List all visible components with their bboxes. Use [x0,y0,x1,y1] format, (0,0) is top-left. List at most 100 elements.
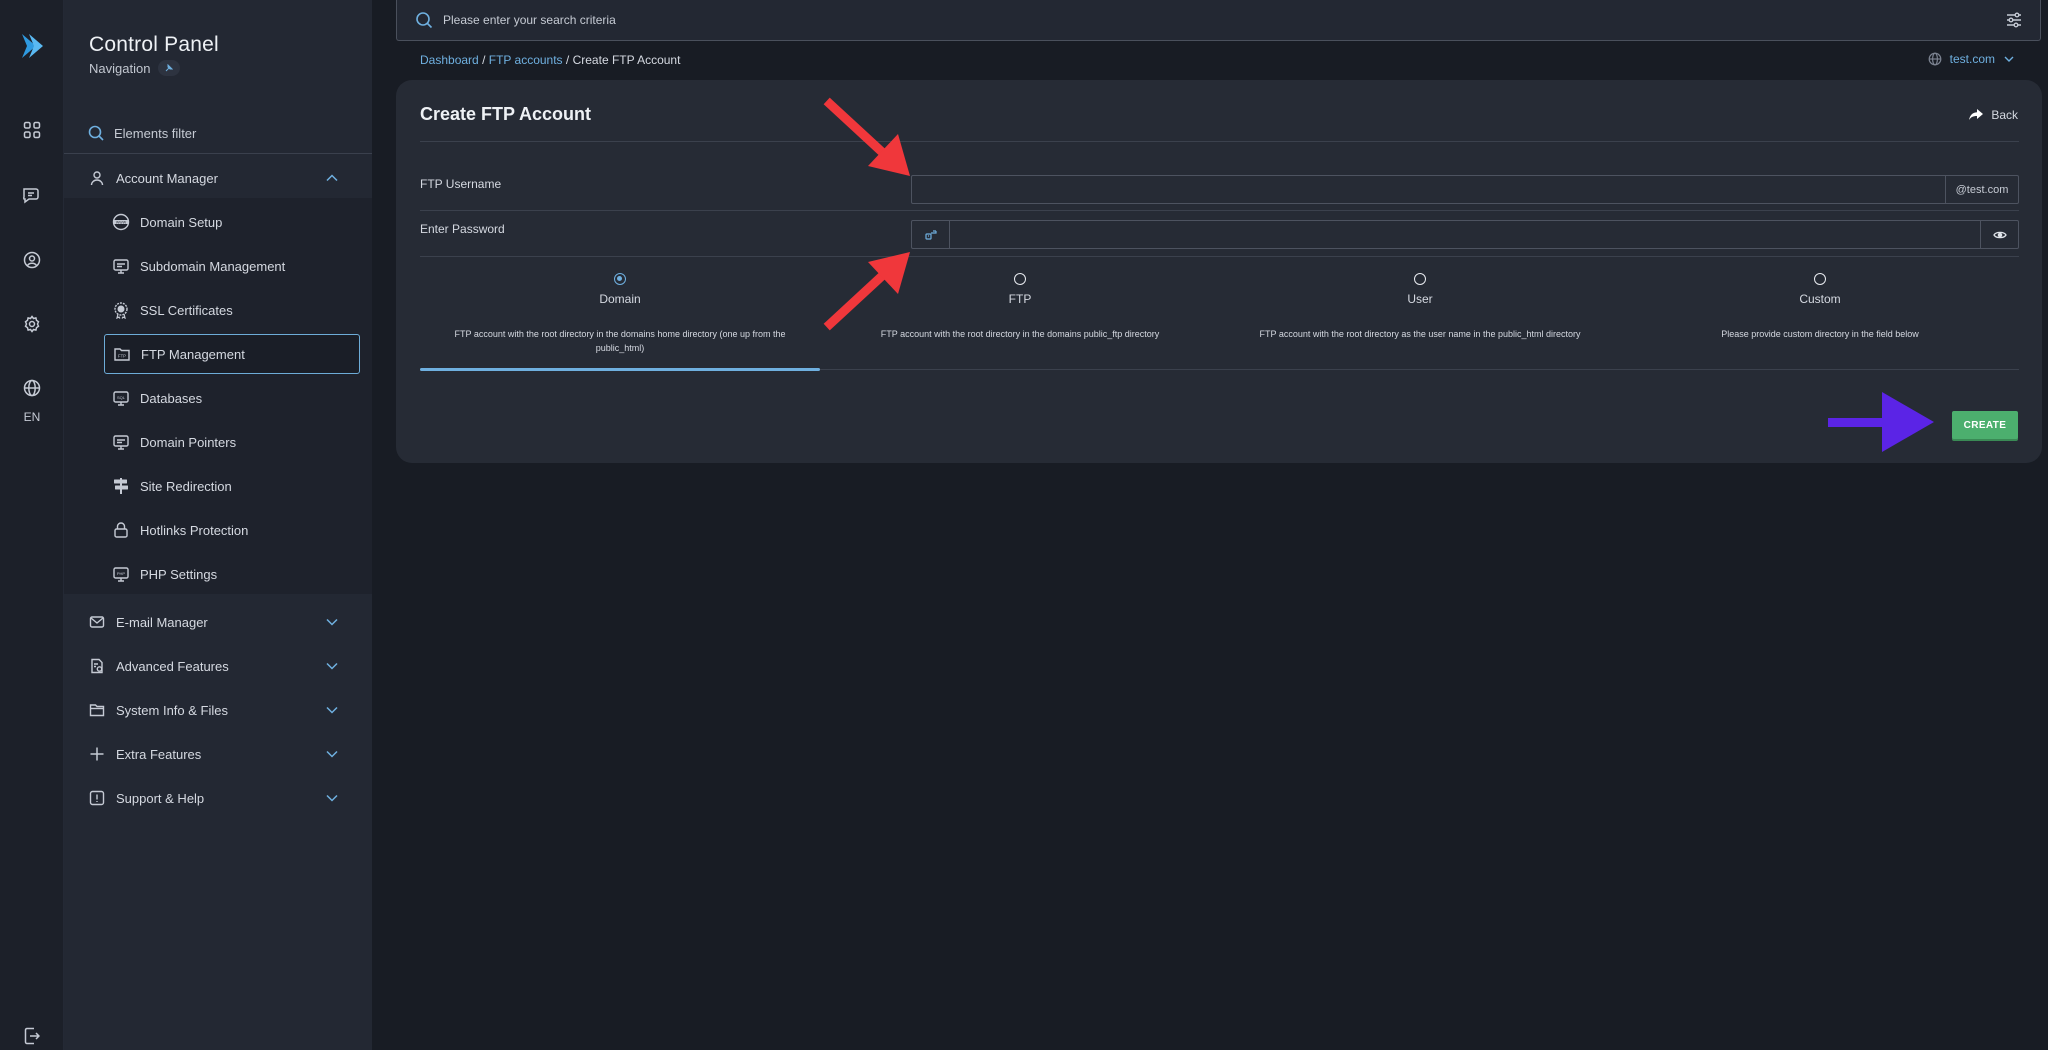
svg-text:FTP: FTP [118,354,126,359]
sidebar-item-label: SSL Certificates [140,302,233,318]
sidebar-item-domain-setup[interactable]: WWW Domain Setup [104,202,360,242]
sidebar-item-label: Hotlinks Protection [140,522,249,538]
navigation-label: Navigation [89,60,151,76]
search-input[interactable] [443,13,2004,27]
chevron-down-icon [2004,56,2014,62]
annotation-arrow-username [823,97,910,176]
language-label[interactable]: EN [0,410,64,424]
annotation-arrow-create [1828,392,1934,452]
create-ftp-card: Create FTP Account Back FTP Username @te… [396,80,2042,463]
chevron-down-icon [326,662,338,670]
svg-text:WWW: WWW [116,220,127,224]
breadcrumb: Dashboard / FTP accounts / Create FTP Ac… [420,53,680,67]
sidebar-group-advanced-features[interactable]: Advanced Features [64,644,372,688]
domain-selector[interactable]: test.com [1928,52,2015,66]
chevron-down-icon [326,750,338,758]
radio-domain[interactable] [614,273,626,285]
sidebar-item-domain-pointers[interactable]: Domain Pointers [104,422,360,462]
breadcrumb-dashboard[interactable]: Dashboard [420,53,479,67]
chat-icon[interactable] [20,183,44,207]
breadcrumb-current: Create FTP Account [572,53,681,67]
account-manager-submenu: WWW Domain Setup Subdomain Management SS… [64,198,372,594]
sidebar-group-account-manager[interactable]: Account Manager [64,156,372,200]
www-icon: WWW [112,213,130,231]
row-divider [420,256,2019,257]
sidebar-group-extra-features[interactable]: Extra Features [64,732,372,776]
option-description: Please provide custom directory in the f… [1721,329,1919,339]
mail-icon [88,613,106,631]
domain-suffix: @test.com [1945,176,2018,203]
sidebar-item-databases[interactable]: SQL Databases [104,378,360,418]
folder-ftp-icon: FTP [113,345,131,363]
group-label: Account Manager [116,170,218,186]
icon-rail: EN [0,0,64,1050]
sidebar-group-system-info-files[interactable]: System Info & Files [64,688,372,732]
radio-custom[interactable] [1814,273,1826,285]
domain-selector-value: test.com [1949,52,1995,66]
apps-grid-icon[interactable] [20,118,44,142]
sidebar-item-php-settings[interactable]: PHP PHP Settings [104,554,360,594]
back-button[interactable]: Back [1969,108,2018,122]
sidebar-item-label: Databases [140,390,203,406]
eye-icon[interactable] [1980,221,2018,248]
generate-password-icon[interactable] [912,221,950,248]
certificate-icon [112,301,130,319]
breadcrumb-ftp-accounts[interactable]: FTP accounts [489,53,563,67]
sidebar-item-ftp-management[interactable]: FTP FTP Management [104,334,360,374]
php-icon: PHP [112,565,130,583]
option-name: User [1407,292,1433,306]
password-label: Enter Password [420,222,505,236]
sidebar-item-label: Domain Setup [140,214,223,230]
password-input[interactable] [950,221,1980,248]
user-icon [88,169,106,187]
search-icon [416,12,433,29]
back-label: Back [1991,108,2018,122]
filter-settings-icon[interactable] [2004,10,2024,30]
plus-icon [88,745,106,763]
sidebar-item-subdomain-management[interactable]: Subdomain Management [104,246,360,286]
option-name: Domain [599,292,641,306]
sidebar-item-label: PHP Settings [140,566,218,582]
elements-filter[interactable]: Elements filter [88,122,348,144]
option-description: FTP account with the root directory as t… [1259,329,1581,339]
option-description: FTP account with the root directory in t… [454,329,786,353]
breadcrumb-separator: / [482,53,486,67]
sidebar-item-site-redirection[interactable]: Site Redirection [104,466,360,506]
globe-icon [1928,52,1942,66]
language-globe-icon[interactable] [20,376,44,400]
group-label: Advanced Features [116,658,229,674]
breadcrumb-separator: / [565,53,570,67]
ftp-username-input[interactable] [912,176,1945,203]
svg-text:SQL: SQL [117,395,126,400]
svg-text:PHP: PHP [117,571,126,576]
sidebar-group-email-manager[interactable]: E-mail Manager [64,600,372,644]
folder-icon [88,701,106,719]
create-button[interactable]: CREATE [1952,411,2018,439]
group-label: Extra Features [116,746,202,762]
radio-user[interactable] [1414,273,1426,285]
search-icon [88,125,104,141]
group-label: E-mail Manager [116,614,208,630]
sidebar-item-ssl-certificates[interactable]: SSL Certificates [104,290,360,330]
global-search-bar [396,0,2041,41]
option-name: Custom [1799,292,1841,306]
sidebar-item-label: Subdomain Management [140,258,286,274]
chevron-up-icon [326,174,338,182]
sidebar-divider [64,153,372,154]
user-profile-icon[interactable] [20,248,44,272]
chevron-down-icon [326,706,338,714]
title-divider [420,141,2019,142]
ftp-username-label: FTP Username [420,177,502,191]
chevron-down-icon [326,794,338,802]
logo-icon[interactable] [16,30,48,62]
pin-toggle-icon[interactable] [158,60,181,76]
sidebar-item-label: Domain Pointers [140,434,237,450]
page-title: Create FTP Account [420,104,592,124]
radio-ftp[interactable] [1014,273,1026,285]
password-field [911,220,2019,249]
logout-icon[interactable] [20,1025,44,1047]
sidebar-group-support-help[interactable]: Support & Help [64,776,372,820]
sidebar-item-hotlinks-protection[interactable]: Hotlinks Protection [104,510,360,550]
settings-gear-icon[interactable] [20,312,44,336]
advanced-doc-icon [88,657,106,675]
